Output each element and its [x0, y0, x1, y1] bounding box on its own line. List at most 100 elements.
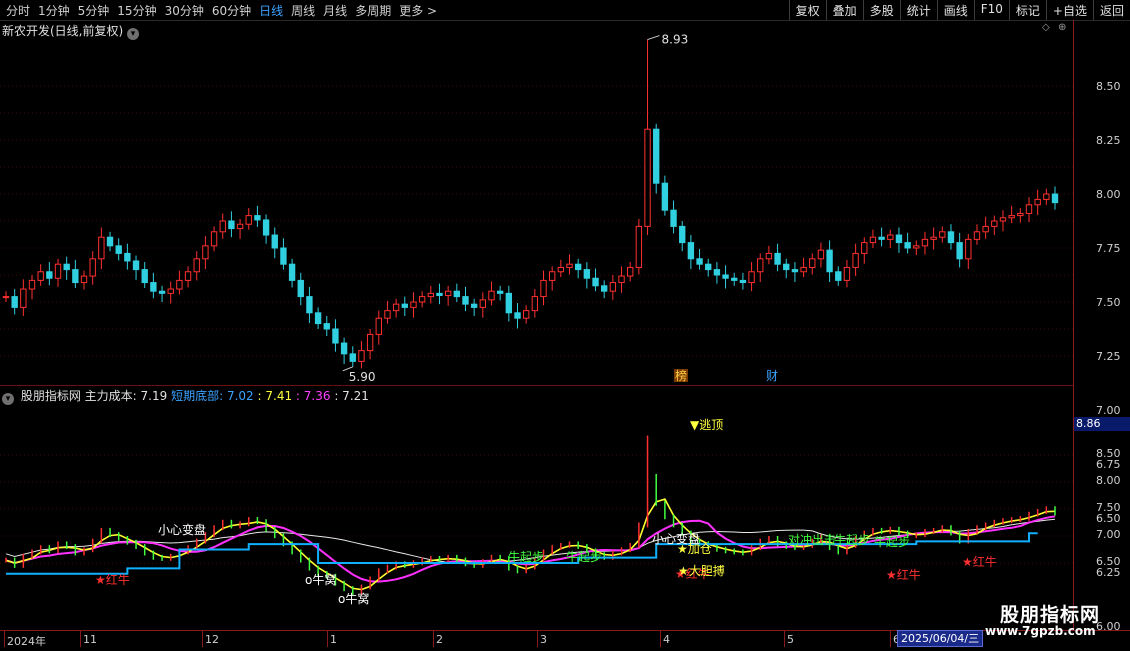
candle-body	[288, 263, 296, 281]
watermark-title: 股朋指标网	[1000, 604, 1101, 626]
candle-body	[939, 231, 946, 238]
red-bull-label: ★红牛	[962, 555, 997, 569]
candle-body	[687, 242, 695, 260]
candle-body	[392, 303, 400, 312]
candle-body	[54, 263, 62, 279]
date-tick	[660, 631, 661, 647]
candle-body	[947, 231, 955, 244]
candle-body	[479, 299, 487, 308]
period-tab[interactable]: 多周期	[351, 0, 395, 20]
period-tab[interactable]: 周线	[287, 0, 319, 20]
candle-body	[358, 350, 365, 362]
bull-start-run-label: 牛起步	[834, 533, 871, 547]
price-tick-label: 7.00	[1096, 404, 1121, 417]
date-tick	[537, 631, 538, 647]
chevron-down-icon[interactable]: ▾	[2, 393, 14, 405]
toolbar-button[interactable]: 标记	[1008, 0, 1046, 20]
candle-body	[436, 292, 443, 297]
red-bull-label: ★红牛	[95, 573, 130, 587]
candle-body	[522, 310, 530, 319]
candle-body	[540, 279, 547, 298]
bull-nest-label: o牛窝	[305, 573, 337, 587]
candle-body	[774, 252, 781, 265]
indicator-title[interactable]: ▾ 股朋指标网 主力成本: 7.19 短期底部: 7.02 : 7.41 : 7…	[2, 387, 369, 405]
period-tab[interactable]: 分时	[2, 0, 34, 20]
candle-body	[418, 296, 426, 303]
candle-body	[89, 258, 96, 277]
candle-body	[705, 263, 712, 271]
toolbar-button[interactable]: 返回	[1092, 0, 1130, 20]
candle-body	[106, 236, 114, 247]
date-label: 5	[787, 633, 794, 646]
event-marker-finance: 财	[766, 369, 778, 383]
candle-body	[557, 266, 565, 273]
period-tab[interactable]: 30分钟	[161, 0, 208, 20]
candle-body	[835, 271, 842, 281]
candle-body	[878, 236, 885, 240]
candle-body	[514, 312, 521, 319]
date-label: 1	[330, 633, 337, 646]
watermark-url: www.7gpzb.com	[985, 624, 1096, 638]
candle-body	[236, 223, 244, 230]
candle-body	[20, 288, 27, 308]
bull-start-label: 牛起步	[566, 550, 603, 564]
toolbar-button[interactable]: 多股	[862, 0, 900, 20]
date-label: 12	[205, 633, 219, 646]
candle-body	[930, 236, 937, 240]
price-chart[interactable]: 8.93 5.90 榜 财	[0, 20, 1073, 630]
toolbar-button[interactable]: 复权	[788, 0, 826, 20]
toolbar-button[interactable]: F10	[973, 0, 1009, 20]
candle-body	[46, 271, 53, 279]
candle-body	[765, 252, 773, 260]
toolbar-button[interactable]: +自选	[1045, 0, 1093, 20]
candle-body	[488, 290, 495, 301]
candle-body	[696, 258, 703, 265]
candle-body	[254, 215, 261, 221]
candle-body	[1025, 204, 1033, 214]
toolbar-button[interactable]: 画线	[936, 0, 974, 20]
right-axis-line	[1073, 20, 1074, 630]
date-tick	[327, 631, 328, 647]
candle-body	[783, 263, 790, 271]
candle-body	[861, 242, 868, 254]
candle-body	[63, 263, 70, 271]
candle-body	[1043, 193, 1050, 200]
date-tick	[890, 631, 891, 647]
candle-body	[219, 220, 226, 233]
candle-body	[921, 238, 929, 247]
period-tab[interactable]: 5分钟	[74, 0, 114, 20]
period-tab[interactable]: 60分钟	[208, 0, 255, 20]
price-tick-label: 8.25	[1096, 134, 1121, 147]
period-tab[interactable]: 日线	[255, 0, 287, 20]
candle-body	[427, 292, 434, 298]
careful-label: 小心变盘	[158, 523, 207, 537]
price-tick-label: 7.50	[1096, 296, 1121, 309]
candle-body	[869, 236, 877, 244]
candle-body	[297, 279, 304, 298]
candle-body	[1051, 193, 1059, 204]
value-3: : 7.41	[257, 389, 293, 403]
current-price-tag: 8.86	[1074, 417, 1130, 431]
period-tab[interactable]: 15分钟	[113, 0, 160, 20]
candle-body	[809, 258, 816, 268]
short-bottom-label: 短期底部:	[171, 389, 224, 403]
value-5: : 7.21	[334, 389, 369, 403]
candle-body	[583, 269, 591, 279]
candle-body	[956, 242, 963, 260]
candle-body	[973, 231, 981, 240]
bull-start-label: 牛起步	[508, 550, 545, 564]
candle-body	[852, 252, 859, 268]
candle-body	[184, 271, 192, 281]
candle-body	[37, 271, 44, 281]
period-tab[interactable]: 1分钟	[34, 0, 74, 20]
date-tick	[784, 631, 785, 647]
candle-body	[228, 220, 235, 230]
period-tab[interactable]: 更多 >	[395, 0, 441, 20]
date-tick	[4, 631, 5, 647]
red-bull-label: ★红牛	[886, 568, 921, 582]
toolbar-button[interactable]: 叠加	[825, 0, 863, 20]
candle-body	[679, 225, 686, 244]
period-tab[interactable]: 月线	[319, 0, 351, 20]
price-tick-label: 8.00	[1096, 474, 1121, 487]
toolbar-button[interactable]: 统计	[899, 0, 937, 20]
